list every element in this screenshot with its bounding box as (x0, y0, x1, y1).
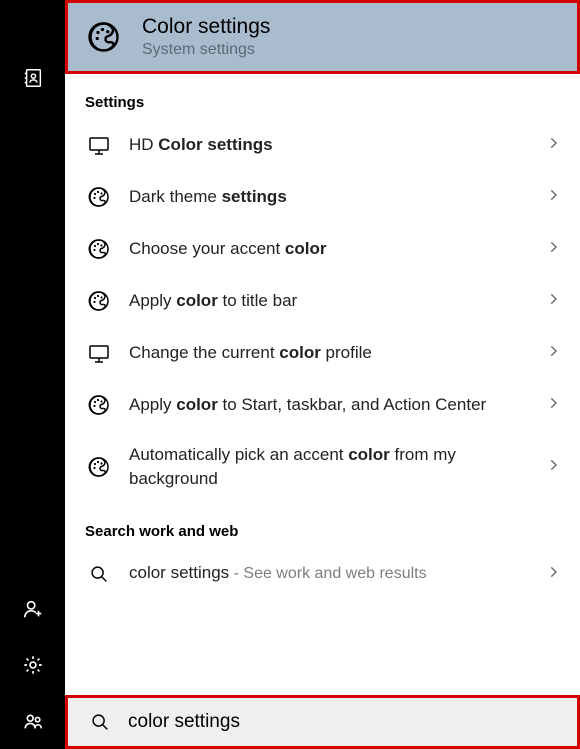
chevron-right-icon (546, 343, 564, 363)
search-input[interactable] (128, 711, 561, 733)
people-icon[interactable] (0, 693, 65, 749)
result-label: HD Color settings (129, 133, 530, 157)
result-label: Dark theme settings (129, 185, 530, 209)
best-match-result[interactable]: Color settings System settings (65, 0, 580, 74)
search-icon (85, 560, 113, 588)
chevron-right-icon (546, 457, 564, 477)
best-match-subtitle: System settings (142, 41, 270, 59)
search-results-panel: Color settings System settings Settings … (65, 0, 580, 749)
section-web-header: Search work and web (65, 503, 580, 548)
start-rail (0, 0, 65, 749)
settings-result[interactable]: Apply color to Start, taskbar, and Actio… (65, 379, 580, 431)
web-result-label: color settings - See work and web result… (129, 561, 530, 585)
web-search-result[interactable]: color settings - See work and web result… (65, 548, 580, 600)
chevron-right-icon (546, 291, 564, 311)
palette-icon (85, 183, 113, 211)
result-label: Change the current color profile (129, 341, 530, 365)
monitor-icon (85, 131, 113, 159)
palette-icon (85, 235, 113, 263)
best-match-title: Color settings (142, 15, 270, 39)
search-icon (88, 710, 112, 734)
monitor-icon (85, 339, 113, 367)
result-label: Apply color to Start, taskbar, and Actio… (129, 393, 530, 417)
result-label: Automatically pick an accent color from … (129, 443, 530, 491)
settings-result[interactable]: Change the current color profile (65, 327, 580, 379)
palette-icon (84, 17, 124, 57)
chevron-right-icon (546, 395, 564, 415)
settings-result[interactable]: Automatically pick an accent color from … (65, 431, 580, 503)
result-label: Apply color to title bar (129, 289, 530, 313)
result-label: Choose your accent color (129, 237, 530, 261)
palette-icon (85, 391, 113, 419)
settings-gear-icon[interactable] (0, 637, 65, 693)
search-input-row[interactable] (65, 695, 580, 749)
palette-icon (85, 287, 113, 315)
settings-result[interactable]: Choose your accent color (65, 223, 580, 275)
person-add-icon[interactable] (0, 581, 65, 637)
chevron-right-icon (546, 187, 564, 207)
settings-result[interactable]: HD Color settings (65, 119, 580, 171)
section-settings-header: Settings (65, 74, 580, 119)
contacts-icon[interactable] (0, 50, 65, 106)
settings-result[interactable]: Dark theme settings (65, 171, 580, 223)
palette-icon (85, 453, 113, 481)
chevron-right-icon (546, 239, 564, 259)
chevron-right-icon (546, 135, 564, 155)
chevron-right-icon (546, 564, 564, 584)
settings-result[interactable]: Apply color to title bar (65, 275, 580, 327)
